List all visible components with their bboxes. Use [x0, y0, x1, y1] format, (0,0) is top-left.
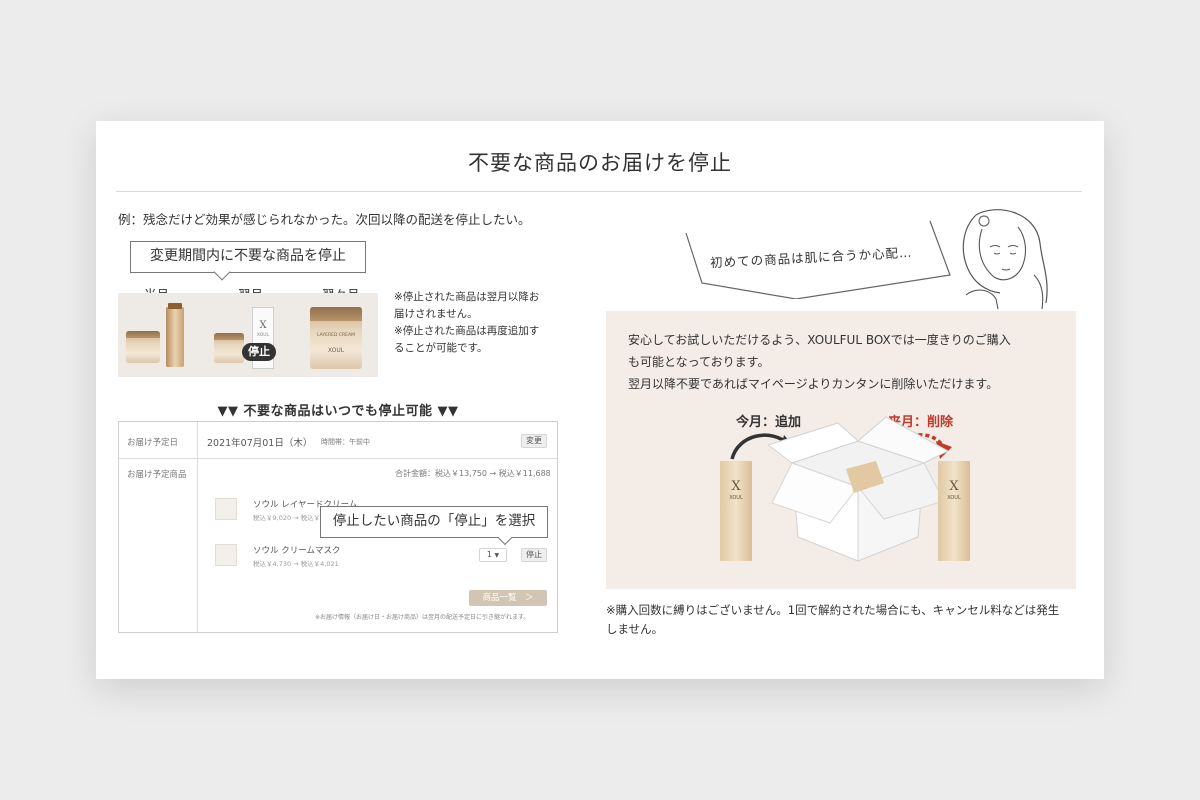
- stop-anytime-heading: ▼▼ 不要な商品はいつでも停止可能 ▼▼: [217, 404, 459, 419]
- one-time-purchase-description: 安心してお試しいただけるよう、XOULFUL BOXでは一度きりのご購入 も可能…: [628, 333, 1011, 391]
- instruction-bubble: 変更期間内に不要な商品を停止: [130, 241, 366, 273]
- product-thumbnail: [215, 544, 237, 566]
- product-box-removed: X XOUL: [938, 461, 970, 561]
- stop-item-button[interactable]: 停止: [521, 548, 547, 562]
- delivery-time-value: 時間帯：午前中: [321, 438, 370, 446]
- delivery-date-label: お届け予定日: [127, 438, 179, 448]
- item-name: ソウル クリームマスク: [253, 546, 341, 556]
- open-box-illustration: [768, 416, 948, 562]
- product-thumbnail: [215, 498, 237, 520]
- product-mark: X: [259, 320, 267, 331]
- product-list-button[interactable]: 商品一覧 ＞: [469, 590, 547, 606]
- jar-label: LAYERED CREAM: [317, 333, 355, 338]
- jar-brand: XOUL: [327, 347, 345, 354]
- cream-jar-image: [214, 333, 244, 363]
- cancellation-note: ※購入回数に縛りはございません。1回で解約された場合にも、キャンセル料などは発生…: [606, 603, 1060, 636]
- quantity-select[interactable]: 1 ▼: [479, 548, 507, 562]
- stop-notes: ※停止された商品は翌月以降お 届けされません。 ※停止された商品は再度追加す る…: [394, 291, 540, 354]
- select-stop-callout: 停止したい商品の「停止」を選択: [320, 506, 548, 538]
- chevron-down-icon: ▼: [494, 552, 500, 559]
- large-cream-jar-image: LAYERED CREAM XOUL: [310, 307, 362, 369]
- title-divider: [116, 191, 1082, 192]
- stop-badge: 停止: [242, 343, 276, 361]
- product-comparison-image: X XOUL 停止 LAYERED CREAM XOUL: [118, 293, 378, 377]
- example-text: 例：残念だけど効果が感じられなかった。次回以降の配送を停止したい。: [118, 212, 531, 227]
- change-date-button[interactable]: 変更: [521, 434, 547, 448]
- product-brand: XOUL: [256, 333, 270, 338]
- worried-woman-illustration: [962, 209, 1048, 309]
- page-title: 不要な商品のお届けを停止: [468, 151, 732, 175]
- content-card: 不要な商品のお届けを停止 例：残念だけど効果が感じられなかった。次回以降の配送を…: [96, 121, 1104, 679]
- cream-jar-image: [126, 331, 160, 363]
- delivery-date-value: 2021年07月01日（木）: [207, 438, 313, 449]
- lotion-bottle-image: [166, 303, 184, 367]
- table-footnote: ※お届け情報（お届け日・お届け商品）は翌月の配送予定日に引き継がれます。: [315, 614, 530, 621]
- delivery-items-label: お届け予定商品: [127, 470, 187, 480]
- product-box-added: X XOUL: [720, 461, 752, 561]
- total-amount: 合計金額：税込￥13,750 → 税込￥11,688: [395, 469, 551, 478]
- item-price: 税込￥4,730 → 税込￥4,021: [253, 560, 339, 568]
